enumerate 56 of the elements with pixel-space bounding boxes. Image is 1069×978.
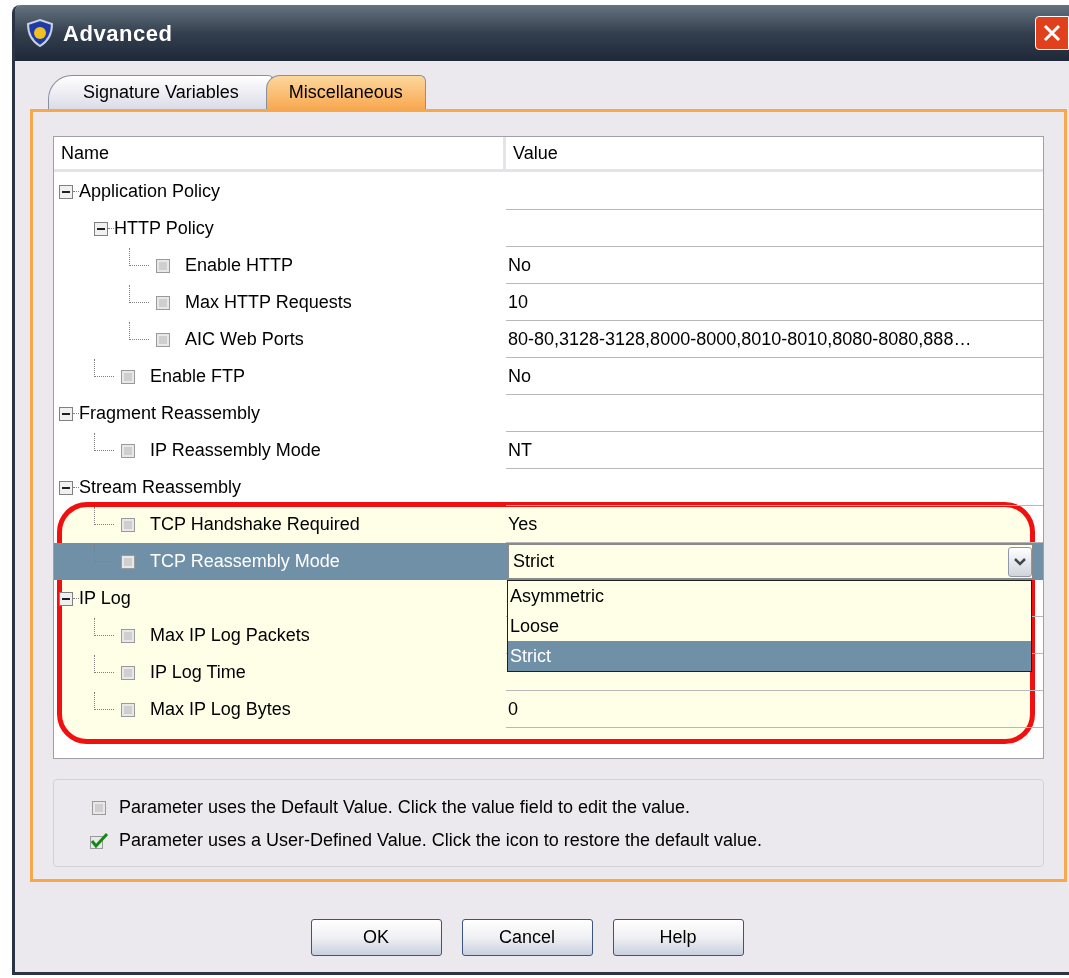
default-value-icon[interactable]	[120, 664, 136, 681]
default-value-icon[interactable]	[120, 627, 136, 644]
chevron-down-icon	[1013, 556, 1027, 567]
default-value-icon[interactable]	[120, 368, 136, 385]
tree-item[interactable]: IP Log	[79, 585, 131, 612]
tree-item[interactable]: TCP Handshake Required	[150, 511, 360, 538]
combo-box[interactable]: Strict	[508, 544, 1033, 579]
tree-item[interactable]: HTTP Policy	[114, 215, 214, 242]
dialog-button[interactable]: OK	[310, 919, 442, 956]
collapse-icon[interactable]	[94, 221, 108, 236]
tree-item[interactable]: Enable HTTP	[185, 252, 294, 279]
legend-text: Parameter uses the Default Value. Click the value field to edit the value.	[119, 796, 690, 819]
collapse-icon[interactable]	[59, 406, 73, 421]
dropdown-option[interactable]: Asymmetric	[508, 581, 1031, 611]
tree-item[interactable]: Max HTTP Requests	[185, 289, 352, 316]
close-icon	[1042, 23, 1062, 43]
tree-item[interactable]: Enable FTP	[150, 363, 246, 390]
default-value-icon[interactable]	[155, 294, 171, 311]
default-value-icon	[91, 799, 107, 816]
value-cell[interactable]: Yes	[506, 510, 538, 538]
legend-text: Parameter uses a User-Defined Value. Click the icon to restore the default value.	[119, 829, 762, 852]
value-cell[interactable]: NT	[506, 436, 532, 464]
default-value-icon[interactable]	[120, 516, 136, 533]
value-cell[interactable]: No	[506, 251, 531, 279]
value-cell[interactable]: No	[506, 362, 531, 390]
tree-item[interactable]: IP Log Time	[150, 659, 246, 686]
default-value-icon[interactable]	[120, 701, 136, 718]
tree-item[interactable]: Max IP Log Packets	[150, 622, 310, 649]
column-header[interactable]: Name	[54, 137, 506, 169]
dialog-button[interactable]: Help	[612, 919, 744, 956]
selected-row[interactable]: TCP Reassembly Mode Strict	[54, 543, 1043, 580]
value-cell[interactable]: 10	[506, 288, 529, 316]
default-value-icon[interactable]	[155, 257, 171, 274]
dialog-button[interactable]: Cancel	[461, 919, 593, 956]
column-header[interactable]: Value	[506, 137, 1043, 169]
tree-item[interactable]: Stream Reassembly	[79, 474, 242, 501]
tree-item[interactable]: Fragment Reassembly	[79, 400, 261, 427]
tree-item[interactable]: AIC Web Ports	[185, 326, 304, 353]
close-button[interactable]	[1035, 16, 1069, 50]
default-value-icon[interactable]	[155, 331, 171, 348]
dropdown-option[interactable]: Loose	[508, 611, 1031, 641]
collapse-icon[interactable]	[59, 591, 73, 606]
value-cell[interactable]: 0	[506, 695, 518, 723]
collapse-icon[interactable]	[59, 184, 73, 199]
default-value-icon[interactable]	[120, 442, 136, 459]
checkmark-icon	[89, 831, 109, 850]
tree-item[interactable]: Application Policy	[79, 178, 221, 205]
default-value-icon[interactable]	[120, 553, 136, 570]
tree-item[interactable]: IP Reassembly Mode	[150, 437, 321, 464]
tab[interactable]: Signature Variables	[48, 75, 274, 109]
window-title: Advanced	[63, 19, 173, 48]
tree-item[interactable]: Max IP Log Bytes	[150, 696, 291, 723]
tab[interactable]: Miscellaneous	[265, 75, 426, 109]
value-cell[interactable]: 80-80,3128-3128,8000-8000,8010-8010,8080-8080,888…	[506, 325, 972, 353]
collapse-icon[interactable]	[59, 480, 73, 495]
shield-icon	[25, 18, 55, 48]
